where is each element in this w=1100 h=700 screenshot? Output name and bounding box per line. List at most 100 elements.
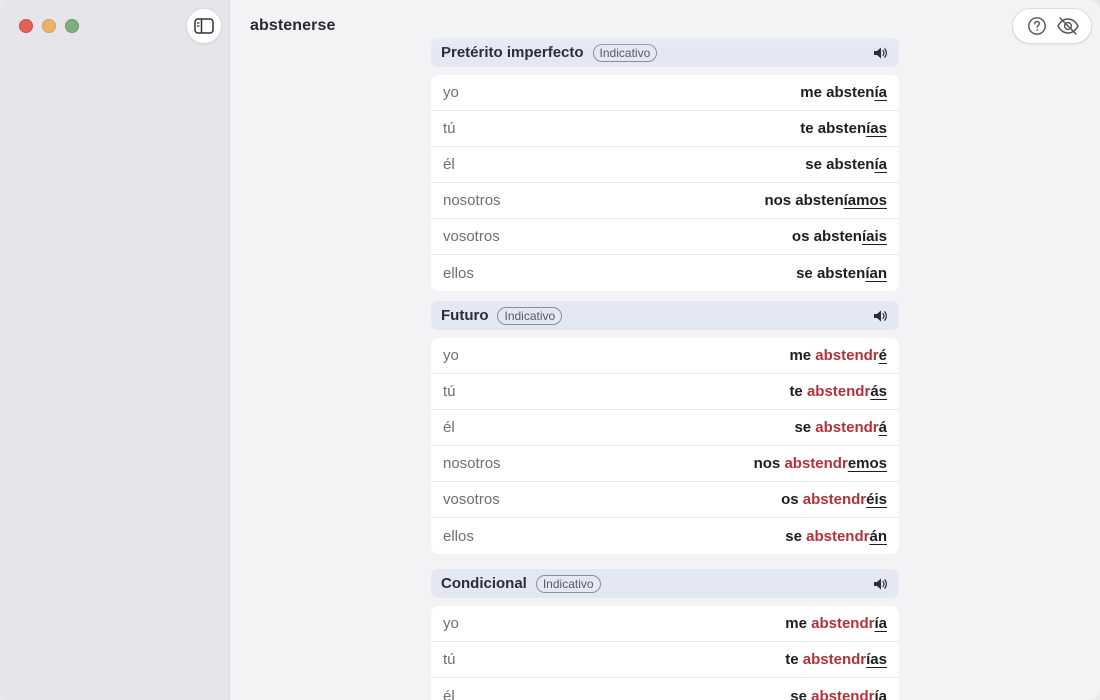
conjugation-row[interactable]: tú te abstendrás bbox=[431, 374, 899, 410]
sidebar-icon bbox=[194, 18, 214, 34]
main-area: Pretérito imperfecto Indicativo yo me abste… bbox=[230, 0, 1100, 700]
verb-stem: absten bbox=[826, 84, 875, 101]
conjugation-row[interactable]: yo me abstendré bbox=[431, 338, 899, 374]
conjugated-form: se abstendría bbox=[790, 688, 887, 700]
speaker-icon[interactable] bbox=[872, 308, 888, 324]
minimize-window-button[interactable] bbox=[42, 19, 56, 33]
conjugation-row[interactable]: yo me abstendría bbox=[431, 606, 899, 642]
verb-stem: abstendr bbox=[806, 527, 870, 545]
reflexive-pronoun: nos bbox=[764, 192, 792, 209]
pronoun-label: él bbox=[443, 419, 455, 436]
verb-stem: absten bbox=[817, 120, 867, 137]
conjugated-form: se abstenían bbox=[796, 265, 887, 282]
speaker-icon[interactable] bbox=[872, 45, 888, 61]
pronoun-label: tú bbox=[443, 120, 456, 137]
verb-ending: ás bbox=[870, 383, 887, 400]
pronoun-label: él bbox=[443, 156, 455, 173]
zoom-window-button[interactable] bbox=[65, 19, 79, 33]
verb-stem: abstendr bbox=[811, 687, 875, 700]
conjugated-form: te abstendrías bbox=[785, 651, 887, 668]
conjugation-table: yo me abstendría tú te abstendrías él se abst… bbox=[431, 606, 899, 700]
conjugation-row[interactable]: vosotros os abstendréis bbox=[431, 482, 899, 518]
verb-ending: íais bbox=[861, 228, 887, 245]
conjugation-row[interactable]: tú te abstenías bbox=[431, 111, 899, 147]
sidebar-toggle-button[interactable] bbox=[186, 8, 222, 44]
pronoun-label: ellos bbox=[443, 264, 474, 282]
conjugation-row[interactable]: ellos se abstendrán bbox=[431, 518, 899, 554]
pronoun-label: vosotros bbox=[443, 491, 500, 508]
conjugated-form: nos absteníamos bbox=[764, 192, 887, 209]
reflexive-pronoun: me bbox=[785, 615, 807, 632]
conjugated-form: se abstendrá bbox=[794, 419, 887, 436]
conjugated-form: os abstendréis bbox=[781, 491, 887, 508]
verb-stem: absten bbox=[813, 228, 862, 245]
section-header: Condicional Indicativo bbox=[431, 569, 899, 598]
pronoun-label: nosotros bbox=[443, 192, 501, 209]
verb-stem: abstendr bbox=[815, 347, 879, 364]
conjugated-form: te abstendrás bbox=[789, 383, 887, 400]
eye-slash-icon bbox=[1056, 17, 1079, 35]
reflexive-pronoun: os bbox=[781, 491, 799, 508]
conjugation-row[interactable]: ellos se abstenían bbox=[431, 255, 899, 291]
help-button[interactable] bbox=[1023, 12, 1051, 40]
section-title: Condicional bbox=[441, 575, 527, 592]
verb-ending: é bbox=[878, 347, 887, 364]
window-title: abstenerse bbox=[250, 17, 336, 34]
reflexive-pronoun: te bbox=[789, 383, 803, 400]
reflexive-pronoun: se bbox=[805, 156, 822, 173]
tense-section: Pretérito imperfecto Indicativo yo me abste… bbox=[431, 38, 899, 291]
speaker-icon[interactable] bbox=[872, 576, 888, 592]
verb-stem: abstendr bbox=[784, 455, 848, 472]
verb-stem: absten bbox=[816, 264, 866, 282]
conjugation-row[interactable]: yo me abstenía bbox=[431, 75, 899, 111]
conjugated-form: se abstendrán bbox=[785, 528, 887, 545]
mood-badge: Indicativo bbox=[592, 43, 658, 62]
section-title: Pretérito imperfecto bbox=[441, 44, 584, 61]
verb-ending: ía bbox=[874, 84, 887, 101]
verb-ending: á bbox=[878, 419, 887, 436]
conjugation-row[interactable]: nosotros nos abstendremos bbox=[431, 446, 899, 482]
verb-ending: ía bbox=[874, 156, 887, 173]
verb-ending: ías bbox=[866, 651, 887, 668]
verb-ending: ía bbox=[874, 615, 887, 632]
verb-ending: ía bbox=[874, 687, 887, 700]
app-window: Pretérito imperfecto Indicativo yo me abste… bbox=[0, 0, 1100, 700]
mood-badge: Indicativo bbox=[497, 306, 563, 325]
hide-answers-button[interactable] bbox=[1054, 12, 1082, 40]
section-title: Futuro bbox=[441, 307, 489, 324]
verb-stem: abstendr bbox=[806, 383, 871, 400]
section-header: Pretérito imperfecto Indicativo bbox=[431, 38, 899, 67]
tense-section: Condicional Indicativo yo me abstendría tú te… bbox=[431, 569, 899, 700]
reflexive-pronoun: te bbox=[800, 120, 814, 137]
conjugation-row[interactable]: vosotros os absteníais bbox=[431, 219, 899, 255]
verb-stem: abstendr bbox=[815, 419, 879, 436]
conjugated-form: os absteníais bbox=[792, 228, 887, 245]
question-icon bbox=[1027, 17, 1046, 35]
conjugation-row[interactable]: nosotros nos absteníamos bbox=[431, 183, 899, 219]
conjugation-row[interactable]: él se abstenía bbox=[431, 147, 899, 183]
verb-stem: abstendr bbox=[802, 491, 867, 508]
pronoun-label: yo bbox=[443, 615, 459, 632]
pronoun-label: vosotros bbox=[443, 228, 500, 245]
verb-ending: ías bbox=[866, 120, 887, 137]
verb-ending: íamos bbox=[843, 192, 887, 209]
verb-stem: abstendr bbox=[811, 615, 875, 632]
conjugated-form: nos abstendremos bbox=[754, 455, 887, 472]
section-header: Futuro Indicativo bbox=[431, 301, 899, 330]
reflexive-pronoun: nos bbox=[753, 455, 781, 472]
conjugation-row[interactable]: él se abstendría bbox=[431, 678, 899, 700]
reflexive-pronoun: se bbox=[796, 264, 813, 282]
close-window-button[interactable] bbox=[19, 19, 33, 33]
conjugation-table: yo me abstenía tú te abstenías él se abstenía… bbox=[431, 75, 899, 291]
verb-ending: án bbox=[869, 527, 887, 545]
sidebar bbox=[0, 0, 230, 700]
conjugation-row[interactable]: tú te abstendrías bbox=[431, 642, 899, 678]
reflexive-pronoun: te bbox=[785, 651, 799, 668]
conjugation-row[interactable]: él se abstendrá bbox=[431, 410, 899, 446]
reflexive-pronoun: se bbox=[790, 687, 807, 700]
conjugated-form: se abstenía bbox=[805, 156, 887, 173]
verb-ending: emos bbox=[847, 455, 887, 472]
toolbar-right bbox=[1012, 8, 1092, 44]
tense-section: Futuro Indicativo yo me abstendré tú te abste… bbox=[431, 301, 899, 554]
reflexive-pronoun: me bbox=[789, 347, 812, 364]
